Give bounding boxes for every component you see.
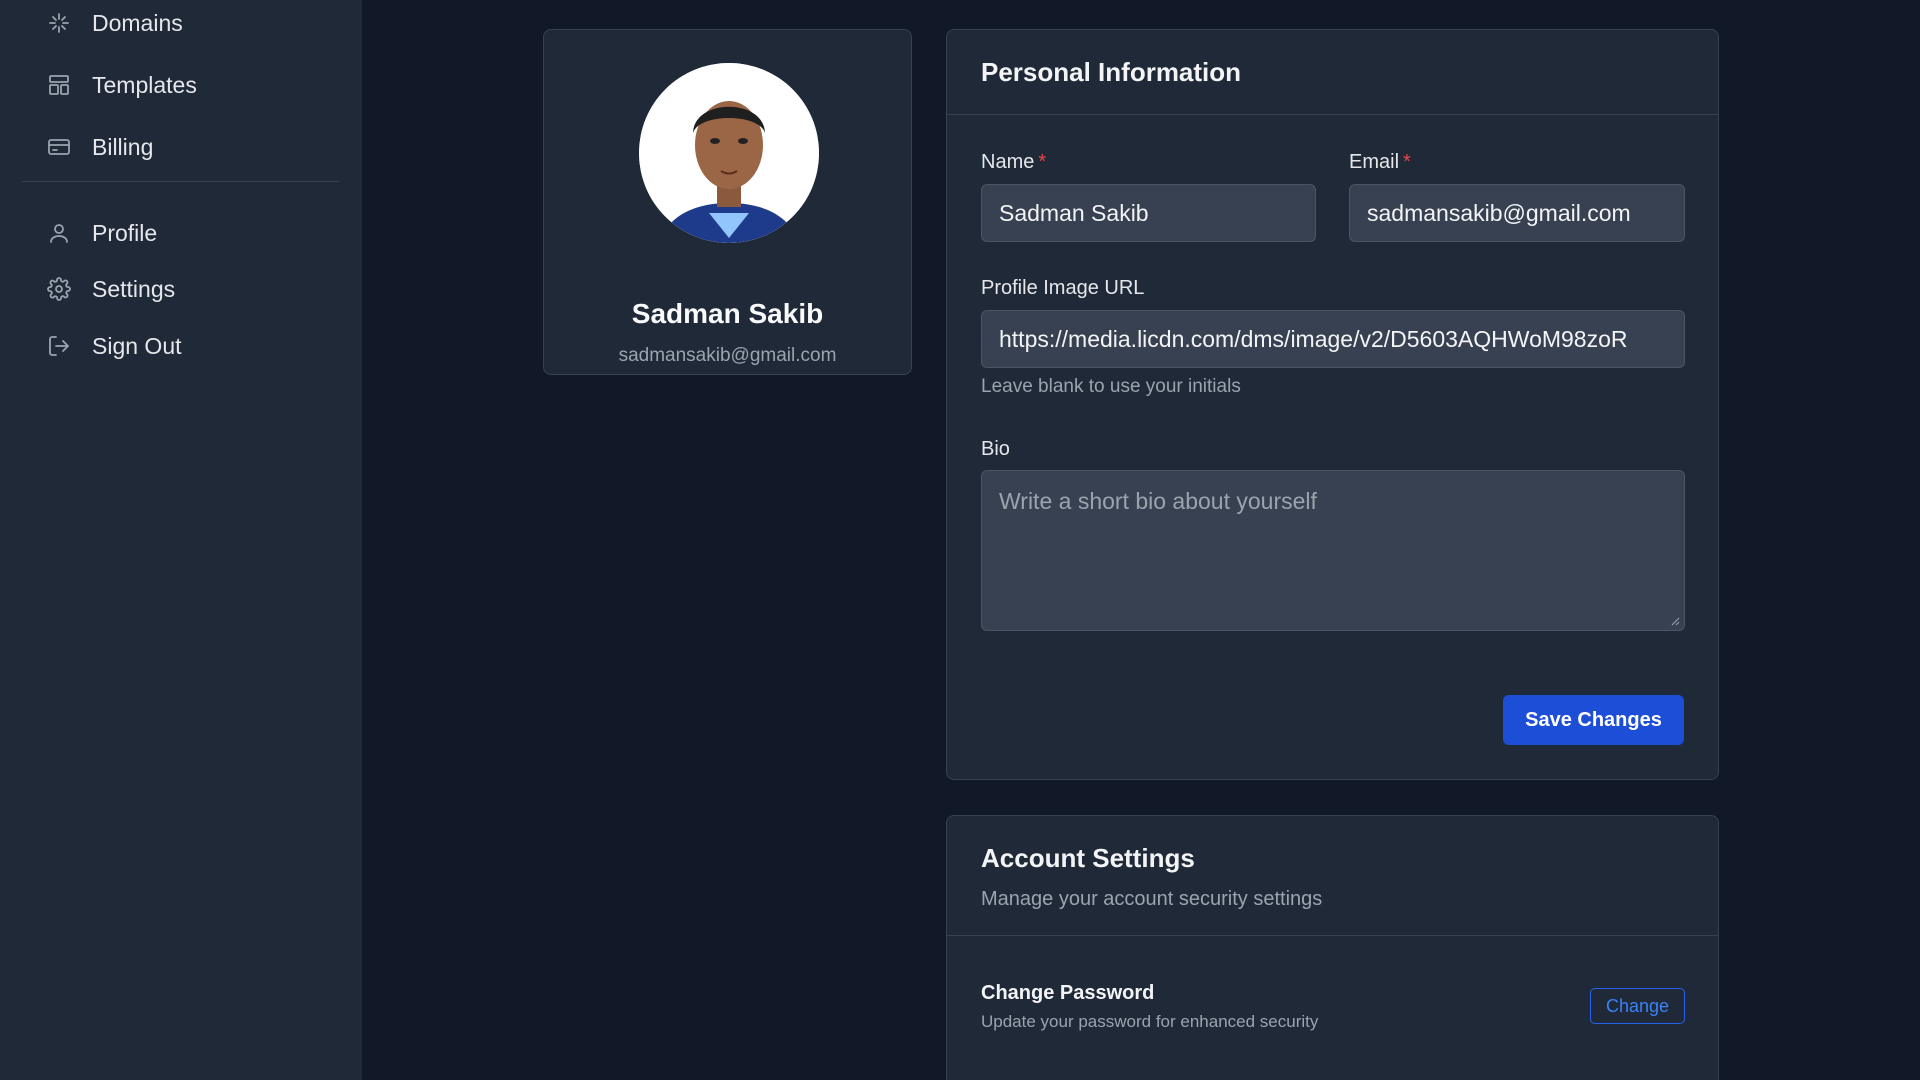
profile-name: Sadman Sakib xyxy=(631,298,824,329)
bio-placeholder: Write a short bio about yourself xyxy=(999,488,1317,514)
profile-image-url-hint: Leave blank to use your initials xyxy=(981,376,1241,397)
avatar xyxy=(639,63,819,243)
card-title: Account Settings xyxy=(981,843,1195,873)
profile-image-url-label: Profile Image URL xyxy=(981,277,1145,299)
personal-information-card: Personal Information Name * Sadman Sakib … xyxy=(946,29,1719,780)
change-password-button[interactable]: Change xyxy=(1590,988,1685,1024)
account-settings-card: Account Settings Manage your account sec… xyxy=(946,815,1719,1080)
domains-icon xyxy=(46,10,72,36)
name-label-text: Name xyxy=(981,151,1035,173)
sidebar-item-label: Domains xyxy=(92,9,183,36)
sidebar-item-templates[interactable]: Templates xyxy=(46,65,197,105)
sidebar-item-label: Settings xyxy=(92,275,176,302)
save-changes-button[interactable]: Save Changes xyxy=(1503,695,1684,745)
card-title: Personal Information xyxy=(981,57,1242,87)
required-marker: * xyxy=(1038,151,1047,173)
gear-icon xyxy=(46,276,72,302)
email-label: Email * xyxy=(1349,151,1411,174)
email-field[interactable]: sadmansakib@gmail.com xyxy=(1349,184,1685,242)
templates-icon xyxy=(46,72,72,98)
user-icon xyxy=(46,220,72,246)
sidebar-item-label: Billing xyxy=(92,133,154,160)
sidebar-item-domains[interactable]: Domains xyxy=(46,3,183,43)
sidebar-item-billing[interactable]: Billing xyxy=(46,127,153,167)
change-password-subtitle: Update your password for enhanced securi… xyxy=(981,1012,1319,1031)
resize-handle-icon[interactable] xyxy=(1670,616,1680,626)
sidebar-item-profile[interactable]: Profile xyxy=(46,213,157,253)
profile-summary-card: Sadman Sakib sadmansakib@gmail.com xyxy=(543,29,912,375)
email-label-text: Email xyxy=(1349,151,1400,173)
change-password-title: Change Password xyxy=(981,982,1155,1004)
sidebar: Domains Templates Billing Profile Settin… xyxy=(0,0,362,1080)
sidebar-item-sign-out[interactable]: Sign Out xyxy=(46,326,182,366)
billing-icon xyxy=(46,134,72,160)
sidebar-item-label: Sign Out xyxy=(92,332,182,359)
profile-email: sadmansakib@gmail.com xyxy=(618,345,837,366)
card-header: Account Settings Manage your account sec… xyxy=(947,816,1718,936)
sidebar-item-label: Profile xyxy=(92,219,158,246)
profile-image-url-field[interactable]: https://media.licdn.com/dms/image/v2/D56… xyxy=(981,310,1685,368)
bio-textarea[interactable]: Write a short bio about yourself xyxy=(981,470,1685,631)
sidebar-item-label: Templates xyxy=(92,71,197,98)
name-label: Name * xyxy=(981,151,1046,174)
sidebar-item-settings[interactable]: Settings xyxy=(46,269,175,309)
required-marker: * xyxy=(1403,151,1411,173)
card-header: Personal Information xyxy=(947,30,1718,115)
bio-label: Bio xyxy=(981,438,1010,460)
sign-out-icon xyxy=(46,333,72,359)
name-field[interactable]: Sadman Sakib xyxy=(981,184,1316,242)
card-subtitle: Manage your account security settings xyxy=(981,888,1323,910)
sidebar-divider xyxy=(22,181,339,182)
